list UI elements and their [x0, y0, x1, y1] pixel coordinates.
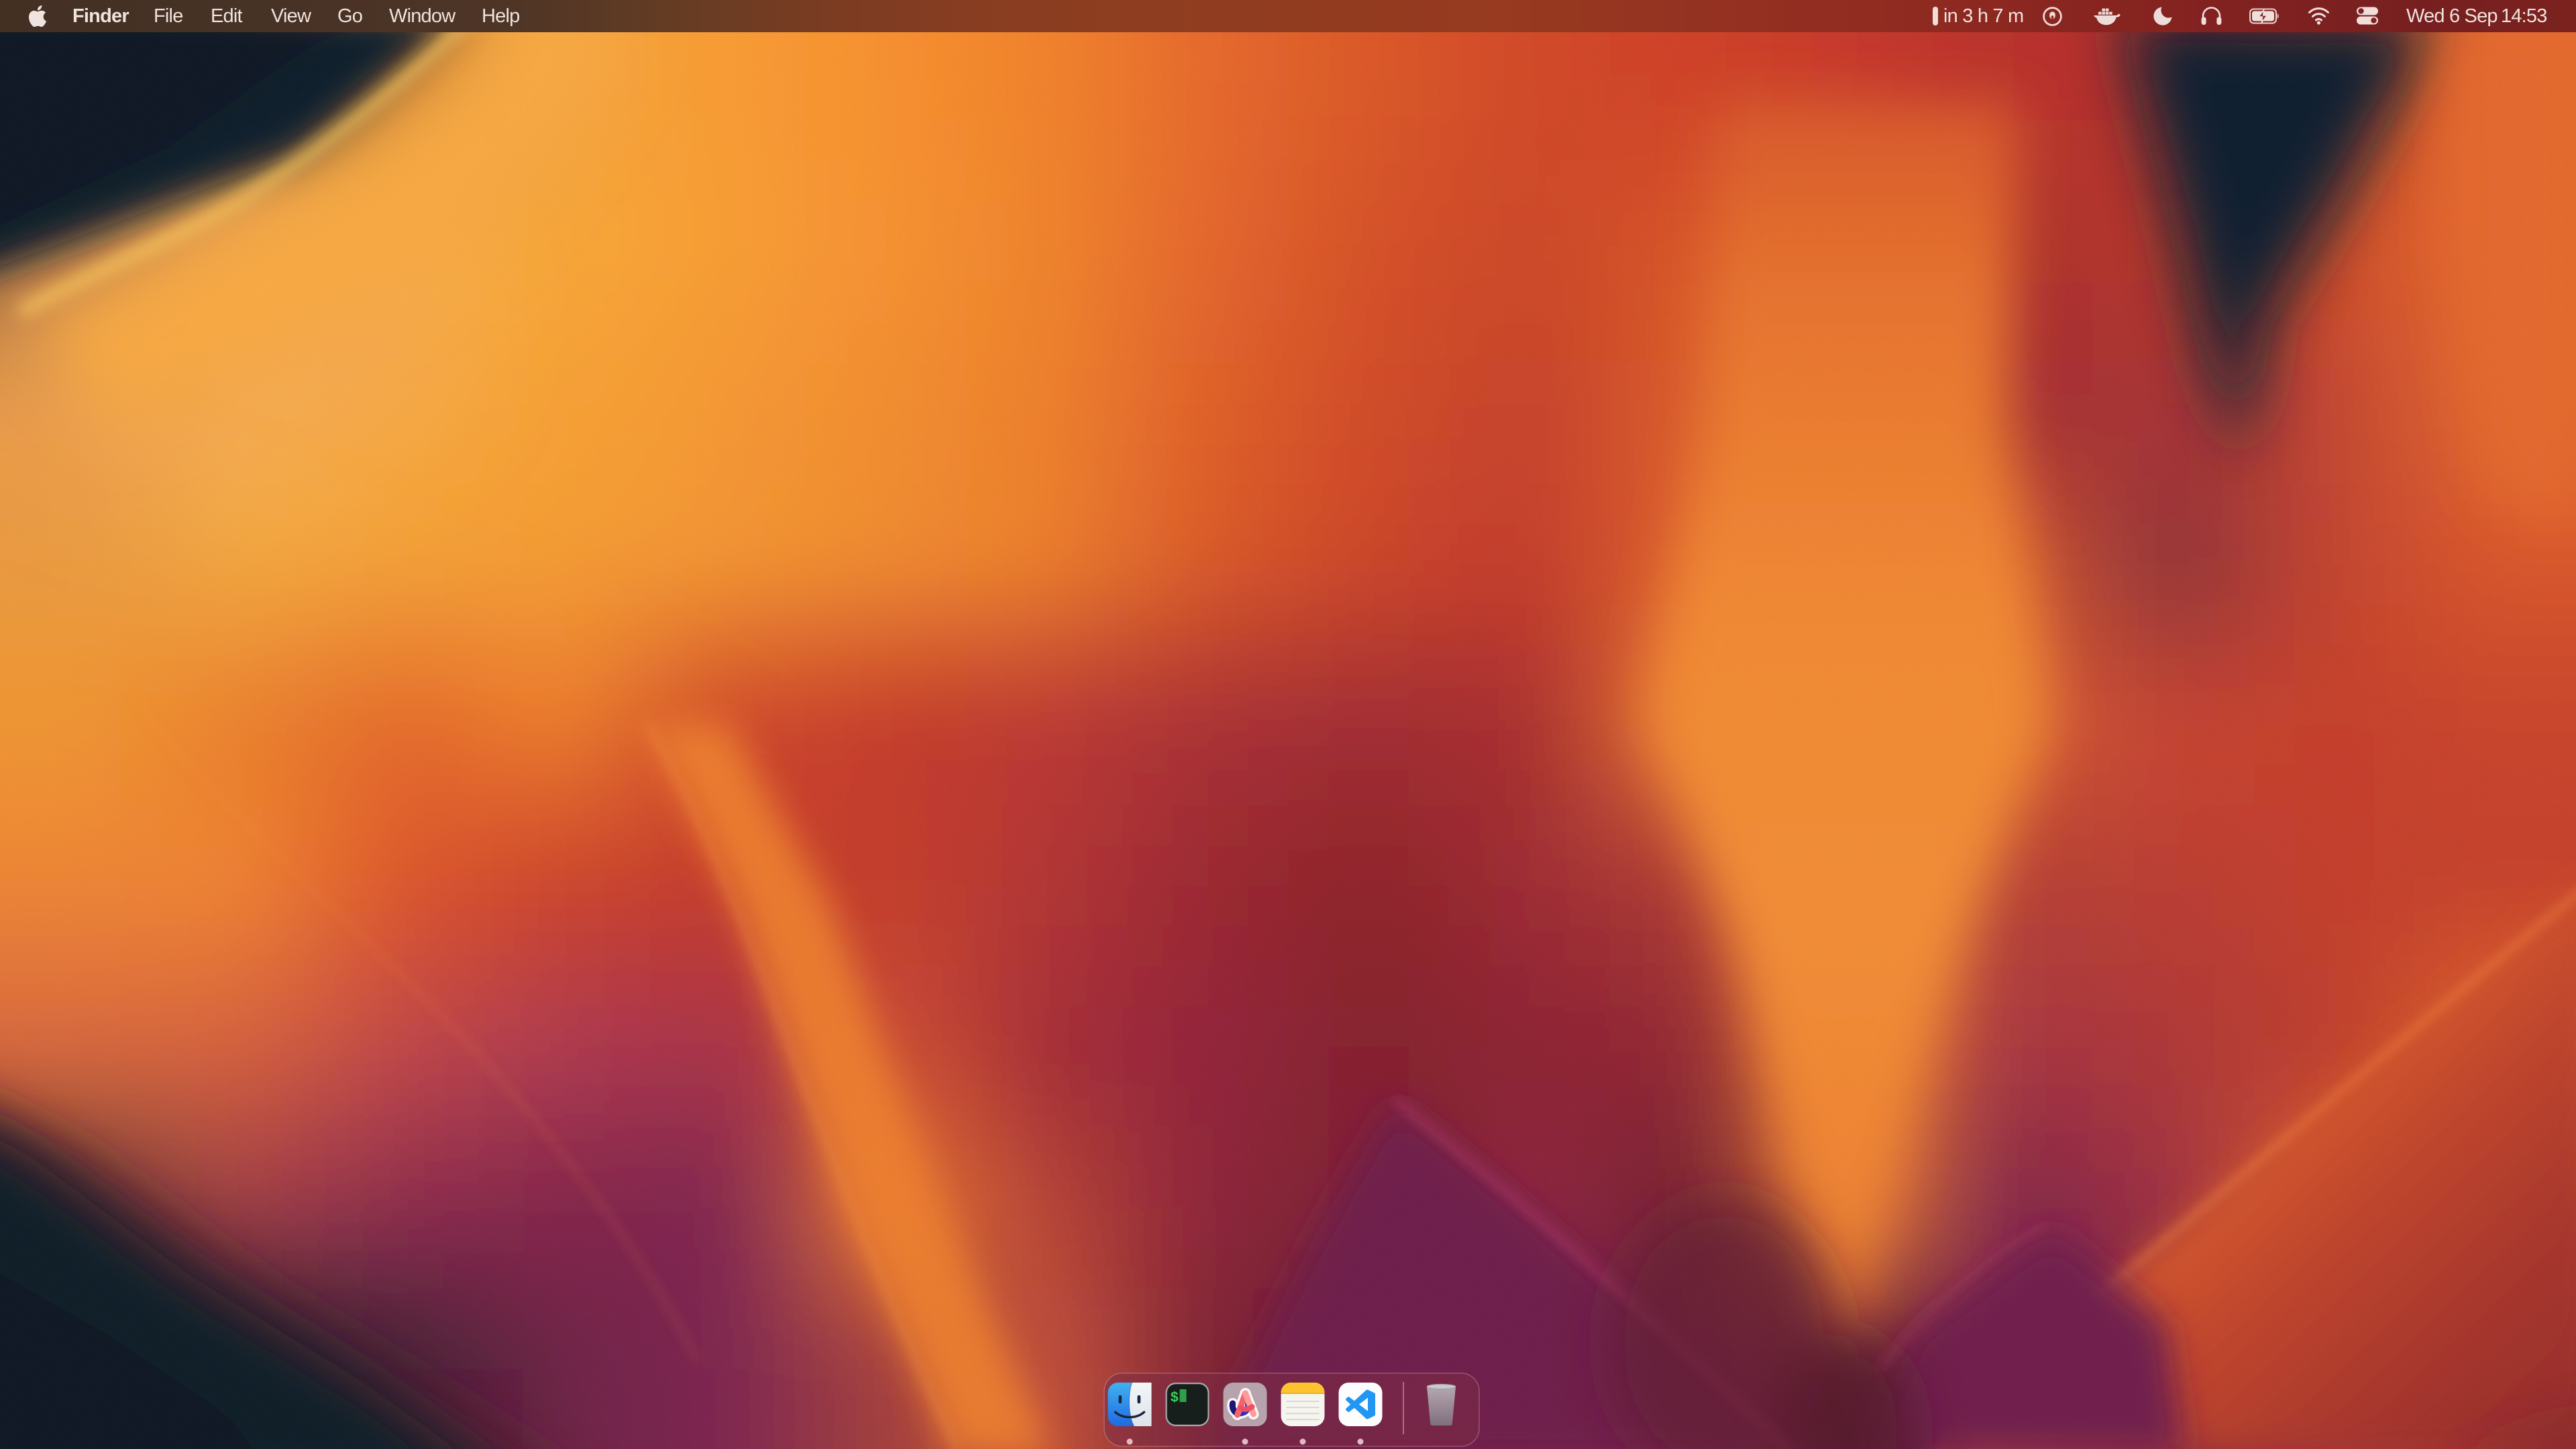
svg-text:$: $ — [1171, 1391, 1179, 1406]
